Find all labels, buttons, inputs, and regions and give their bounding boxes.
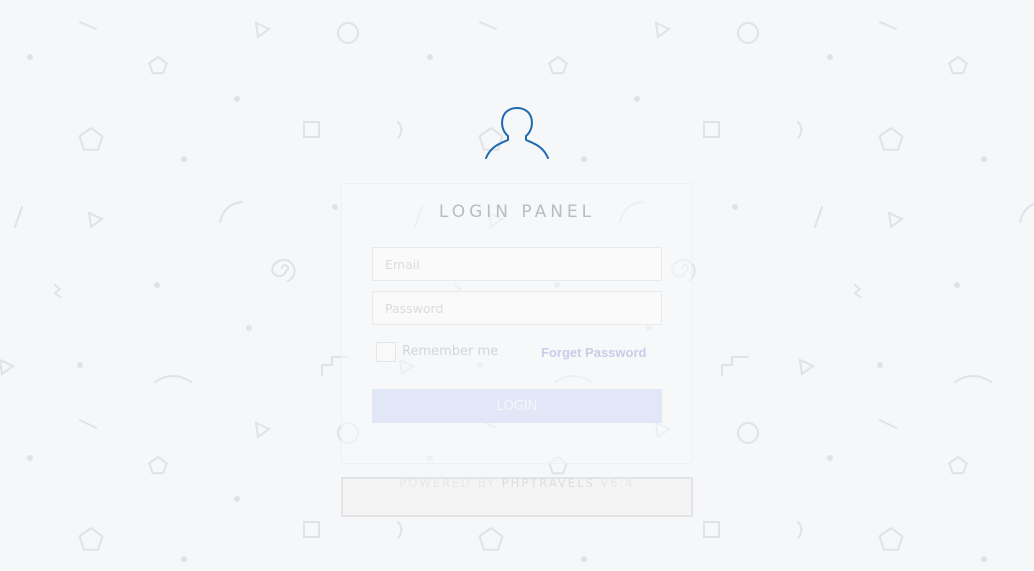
pattern-shape (877, 362, 883, 368)
pattern-shape (0, 358, 15, 376)
pattern-shape (78, 126, 104, 151)
pattern-shape (181, 156, 187, 162)
pattern-shape (548, 55, 568, 75)
pattern-shape (181, 556, 187, 562)
pattern-shape (79, 21, 97, 30)
pattern-shape (154, 282, 160, 288)
pattern-shape (234, 96, 240, 102)
pattern-shape (797, 121, 803, 139)
pattern-shape (581, 556, 587, 562)
pattern-shape (78, 526, 104, 551)
powered-by-text: POWERED BY PHPTRAVELS V6.4 (0, 476, 1034, 490)
pattern-shape (148, 455, 168, 475)
pattern-shape (954, 282, 960, 288)
pattern-shape (948, 455, 968, 475)
pattern-shape (954, 375, 992, 383)
pattern-shape (397, 521, 403, 539)
powered-version: V6.4 (594, 476, 635, 490)
panel-title: LOGIN PANEL (438, 202, 596, 222)
pattern-shape (271, 258, 296, 282)
pattern-shape (77, 362, 83, 368)
pattern-shape (948, 55, 968, 75)
pattern-shape (254, 421, 271, 439)
user-avatar-icon (485, 107, 549, 159)
pattern-shape (737, 22, 759, 44)
pattern-shape (853, 284, 862, 298)
pattern-shape (654, 21, 671, 39)
pattern-shape (79, 419, 97, 429)
pattern-shape (337, 22, 359, 44)
pattern-shape (303, 121, 320, 138)
pattern-shape (981, 156, 987, 162)
pattern-shape (478, 526, 504, 551)
pattern-shape (798, 358, 815, 376)
pattern-shape (878, 526, 904, 551)
pattern-shape (303, 521, 320, 538)
pattern-shape (634, 96, 640, 102)
pattern-shape (827, 54, 833, 60)
pattern-shape (581, 156, 587, 162)
pattern-shape (254, 21, 271, 39)
pattern-shape (479, 21, 497, 30)
pattern-shape (53, 284, 62, 298)
pattern-shape (981, 556, 987, 562)
login-button[interactable]: LOGIN (372, 389, 662, 423)
remember-checkbox[interactable] (376, 342, 396, 362)
pattern-shape (148, 55, 168, 75)
pattern-shape (27, 455, 33, 461)
powered-prefix: POWERED BY (399, 476, 502, 490)
password-field[interactable] (372, 291, 662, 325)
powered-brand: PHPTRAVELS (501, 476, 595, 490)
pattern-shape (797, 521, 803, 539)
pattern-shape (154, 375, 192, 383)
pattern-shape (397, 121, 403, 139)
pattern-shape (27, 54, 33, 60)
pattern-shape (427, 54, 433, 60)
pattern-shape (827, 455, 833, 461)
pattern-shape (879, 419, 897, 429)
pattern-shape (737, 422, 759, 444)
pattern-shape (703, 521, 720, 538)
pattern-shape (234, 496, 240, 502)
pattern-shape (878, 126, 904, 151)
forget-password-link[interactable]: Forget Password (541, 345, 646, 360)
pattern-shape (703, 121, 720, 138)
remember-label: Remember me (402, 344, 499, 359)
pattern-shape (879, 21, 897, 30)
email-field[interactable] (372, 247, 662, 281)
pattern-shape (721, 356, 749, 376)
pattern-shape (246, 325, 252, 331)
